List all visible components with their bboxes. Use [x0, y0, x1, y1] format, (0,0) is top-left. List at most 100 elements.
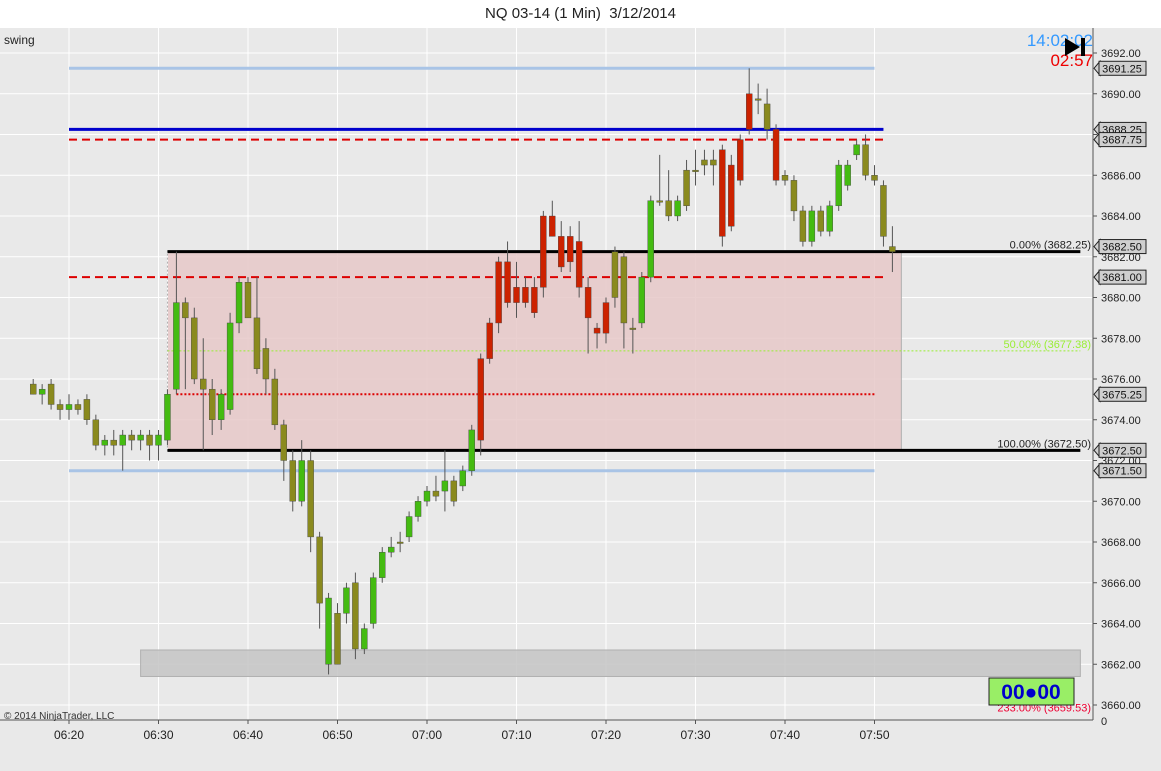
candle	[790, 175, 798, 222]
candle	[549, 200, 556, 237]
candle	[477, 353, 484, 456]
candle	[683, 159, 690, 211]
candle	[746, 68, 753, 135]
fib-labels: 0.00% (3682.25) 50.00% (3677.38) 100.00% (…	[997, 240, 1091, 715]
candle	[862, 134, 869, 181]
price-badge-label: 3675.25	[1102, 389, 1142, 401]
candle-body	[477, 358, 484, 441]
candle-body	[486, 322, 493, 359]
price-tick-label: 3678.00	[1101, 333, 1141, 345]
candle-body	[683, 169, 690, 207]
price-badge[interactable]: 3681.00	[1093, 268, 1147, 286]
price-badge[interactable]: 3671.50	[1093, 462, 1147, 480]
candle	[853, 139, 860, 160]
price-axis-zero-label: 0	[1101, 716, 1107, 728]
candle	[414, 496, 422, 522]
candle	[92, 414, 100, 451]
candle	[379, 547, 386, 583]
price-tick-label: 3662.00	[1101, 659, 1141, 671]
candle-body	[253, 317, 261, 370]
candle-body	[495, 261, 502, 324]
time-axis[interactable]: 06:20 06:30 06:40 06:50 07:00 07:10 07:20 07:30…	[0, 719, 1093, 742]
candle	[307, 450, 314, 553]
candle	[388, 536, 395, 558]
price-chart[interactable]: 0.00% (3682.25) 50.00% (3677.38) 100.00% (…	[0, 28, 1161, 771]
candle	[432, 475, 440, 502]
price-badge[interactable]: 3672.50	[1093, 441, 1147, 459]
candle	[575, 221, 583, 298]
time-tick-label: 07:30	[680, 728, 710, 742]
candle	[817, 205, 824, 237]
candle-body	[316, 536, 323, 604]
countdown-text: 02:57	[1050, 51, 1093, 70]
candle	[674, 195, 681, 222]
candle-body	[737, 139, 744, 181]
chart-panel[interactable]: 0.00% (3682.25) 50.00% (3677.38) 100.00% (…	[0, 28, 1161, 771]
candle-body	[835, 164, 842, 207]
price-tick-label: 3684.00	[1101, 211, 1141, 223]
price-badge[interactable]: 3687.75	[1093, 131, 1147, 148]
candle	[316, 531, 323, 629]
candle-body	[549, 215, 556, 237]
candle-body	[692, 169, 699, 172]
candle-body	[83, 399, 91, 420]
swing-label: swing	[4, 33, 35, 47]
candle	[423, 485, 431, 507]
candle	[880, 180, 887, 247]
candle-body	[244, 282, 252, 319]
candle-body	[450, 480, 458, 502]
candle	[47, 379, 55, 410]
candle	[441, 450, 449, 512]
candle-body	[191, 317, 198, 380]
candle	[146, 429, 153, 461]
candle-body	[182, 302, 189, 319]
copyright-text: © 2014 NinjaTrader, LLC	[4, 711, 114, 722]
price-axis[interactable]: 3692.003690.003688.003686.003684.003682.…	[1092, 28, 1147, 728]
candle-body	[593, 327, 601, 334]
candle	[638, 272, 645, 329]
candle-body	[853, 144, 860, 156]
candle-body	[817, 210, 824, 232]
price-badge[interactable]: 3691.25	[1093, 59, 1147, 77]
candle-body	[361, 628, 368, 650]
price-badge-label: 3682.50	[1102, 242, 1142, 254]
candle-body	[334, 613, 341, 665]
candle	[871, 165, 878, 186]
candle	[799, 205, 807, 247]
candle-body	[826, 205, 833, 232]
candle	[38, 384, 46, 405]
candle-body	[370, 577, 377, 624]
timer-badge-text: 00●00	[1001, 681, 1060, 704]
time-tick-label: 07:10	[501, 728, 531, 742]
price-tick-label: 3676.00	[1101, 374, 1141, 386]
candle-body	[674, 200, 681, 217]
price-tick-label: 3690.00	[1101, 89, 1141, 101]
candle-body	[790, 180, 798, 212]
candle-body	[38, 388, 46, 395]
candle-body	[92, 419, 100, 446]
candle-body	[513, 287, 520, 303]
candle-body	[423, 490, 431, 502]
candle	[772, 124, 780, 186]
candle	[370, 572, 377, 629]
candle-body	[862, 144, 869, 176]
candle	[692, 149, 699, 186]
price-badge[interactable]: 3682.50	[1093, 238, 1147, 255]
candle	[334, 603, 341, 665]
candle-body	[414, 501, 422, 517]
price-badge-label: 3681.00	[1102, 272, 1142, 284]
candle-body	[271, 378, 279, 426]
price-tick-label: 3674.00	[1101, 415, 1141, 427]
candle	[396, 531, 404, 553]
price-tick-label: 3668.00	[1101, 537, 1141, 549]
candle	[56, 399, 64, 420]
time-tick-label: 06:30	[143, 728, 173, 742]
candle-body	[575, 241, 583, 288]
price-badge[interactable]: 3675.25	[1093, 385, 1147, 403]
candle	[343, 582, 350, 624]
candle-body	[808, 210, 816, 242]
candle-body	[164, 394, 171, 441]
candle-body	[298, 460, 305, 502]
candle	[325, 592, 332, 675]
candle-body	[146, 434, 153, 446]
